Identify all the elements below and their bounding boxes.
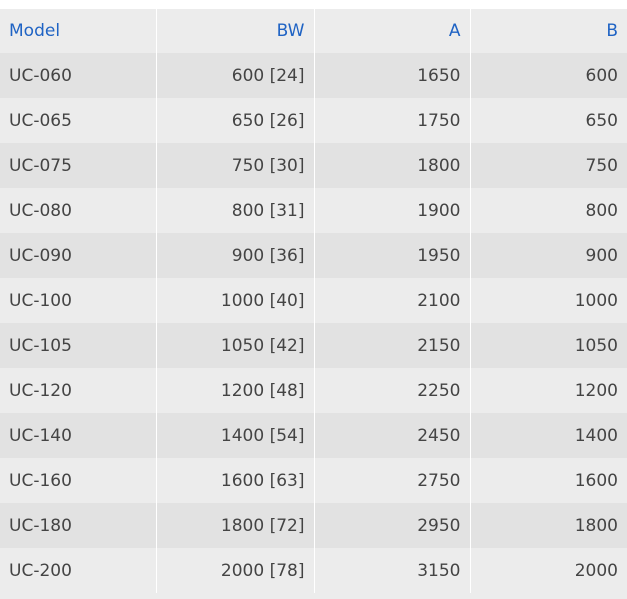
bw-cell: 1400 [54]: [156, 413, 315, 458]
table-row: UC-075 750 [30] 1800 750: [0, 143, 627, 188]
table-row: UC-140 1400 [54] 2450 1400: [0, 413, 627, 458]
bw-cell: 1800 [72]: [156, 503, 315, 548]
bw-cell: 650 [26]: [156, 98, 315, 143]
a-cell: 1950: [314, 233, 471, 278]
bw-cell: 600 [24]: [156, 53, 315, 98]
model-cell: UC-060: [0, 53, 157, 98]
b-cell: 750: [470, 143, 627, 188]
a-cell: 2950: [314, 503, 471, 548]
bw-cell: 750 [30]: [156, 143, 315, 188]
a-cell: 1900: [314, 188, 471, 233]
b-cell: 600: [470, 53, 627, 98]
b-cell: 1800: [470, 503, 627, 548]
model-cell: UC-065: [0, 98, 157, 143]
column-header-b: B: [470, 9, 627, 53]
b-cell: 1050: [470, 323, 627, 368]
column-header-model: Model: [0, 9, 157, 53]
b-cell: 1400: [470, 413, 627, 458]
table-row: UC-090 900 [36] 1950 900: [0, 233, 627, 278]
b-cell: 650: [470, 98, 627, 143]
b-cell: 900: [470, 233, 627, 278]
model-cell: UC-090: [0, 233, 157, 278]
model-cell: UC-200: [0, 548, 157, 593]
model-cell: UC-100: [0, 278, 157, 323]
a-cell: 2150: [314, 323, 471, 368]
b-cell: 1200: [470, 368, 627, 413]
b-cell: 800: [470, 188, 627, 233]
a-cell: 2450: [314, 413, 471, 458]
table-row: UC-200 2000 [78] 3150 2000: [0, 548, 627, 593]
table-row: UC-080 800 [31] 1900 800: [0, 188, 627, 233]
b-cell: 1600: [470, 458, 627, 503]
table-row: UC-100 1000 [40] 2100 1000: [0, 278, 627, 323]
table-row: UC-180 1800 [72] 2950 1800: [0, 503, 627, 548]
table-row: UC-120 1200 [48] 2250 1200: [0, 368, 627, 413]
column-header-bw: BW: [156, 9, 315, 53]
bw-cell: 1200 [48]: [156, 368, 315, 413]
table-row: UC-065 650 [26] 1750 650: [0, 98, 627, 143]
a-cell: 1650: [314, 53, 471, 98]
column-header-a: A: [314, 9, 471, 53]
bw-cell: 1600 [63]: [156, 458, 315, 503]
table-header: Model BW A B: [0, 9, 627, 53]
a-cell: 3150: [314, 548, 471, 593]
model-cell: UC-180: [0, 503, 157, 548]
model-cell: UC-160: [0, 458, 157, 503]
model-cell: UC-140: [0, 413, 157, 458]
model-cell: UC-075: [0, 143, 157, 188]
a-cell: 2250: [314, 368, 471, 413]
model-cell: UC-105: [0, 323, 157, 368]
table-row: UC-105 1050 [42] 2150 1050: [0, 323, 627, 368]
table-body: UC-060 600 [24] 1650 600 UC-065 650 [26] 1750 6…: [0, 53, 627, 593]
bw-cell: 800 [31]: [156, 188, 315, 233]
model-cell: UC-080: [0, 188, 157, 233]
a-cell: 1800: [314, 143, 471, 188]
a-cell: 2100: [314, 278, 471, 323]
table-row: UC-160 1600 [63] 2750 1600: [0, 458, 627, 503]
a-cell: 2750: [314, 458, 471, 503]
bw-cell: 900 [36]: [156, 233, 315, 278]
spec-table: Model BW A B UC-060 600 [24] 1650 600 UC-065…: [0, 9, 627, 593]
header-row: Model BW A B: [0, 9, 627, 53]
table-footer-band: [0, 593, 627, 599]
a-cell: 1750: [314, 98, 471, 143]
table-row: UC-060 600 [24] 1650 600: [0, 53, 627, 98]
page: Model BW A B UC-060 600 [24] 1650 600 UC-065…: [0, 0, 627, 599]
bw-cell: 1000 [40]: [156, 278, 315, 323]
model-cell: UC-120: [0, 368, 157, 413]
b-cell: 1000: [470, 278, 627, 323]
bw-cell: 1050 [42]: [156, 323, 315, 368]
bw-cell: 2000 [78]: [156, 548, 315, 593]
b-cell: 2000: [470, 548, 627, 593]
